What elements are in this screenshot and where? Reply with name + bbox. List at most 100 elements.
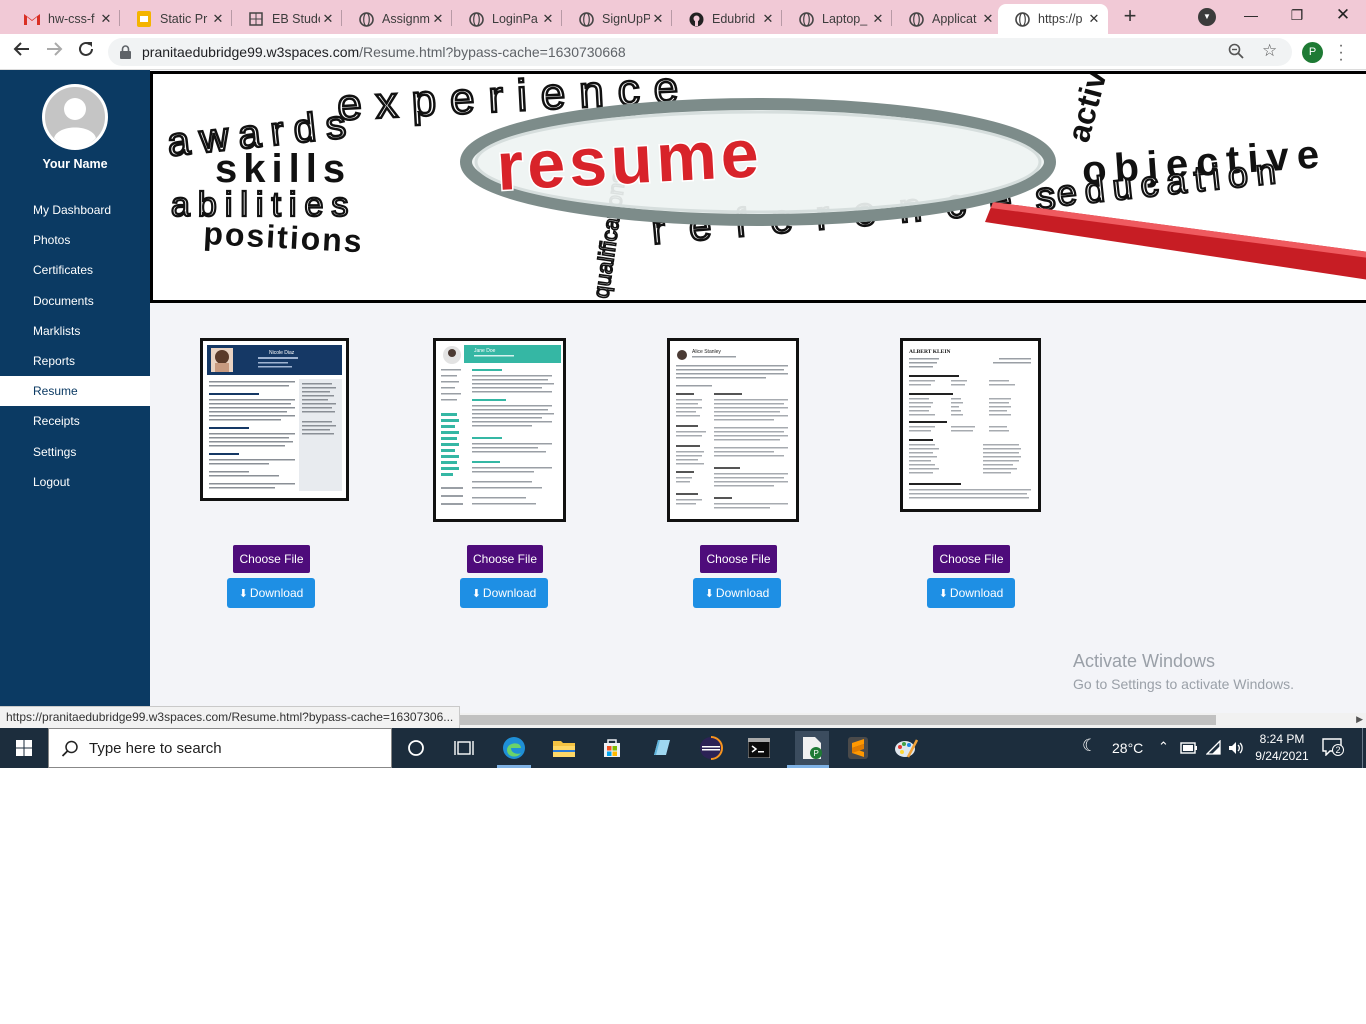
sidebar-item-resume[interactable]: Resume bbox=[0, 376, 150, 407]
sidebar-item-my-dashboard[interactable]: My Dashboard bbox=[0, 195, 150, 225]
scrollbar-thumb[interactable] bbox=[452, 715, 1216, 725]
browser-tab[interactable]: hw-css-f ✕ bbox=[8, 4, 120, 34]
new-tab-button[interactable]: + bbox=[1118, 5, 1142, 29]
close-icon[interactable]: ✕ bbox=[320, 11, 336, 27]
lock-icon bbox=[120, 45, 131, 59]
address-bar[interactable]: pranitaedubridge99.w3spaces.com/Resume.h… bbox=[108, 38, 1292, 66]
volume-icon[interactable] bbox=[1228, 740, 1244, 756]
close-window-button[interactable]: ✕ bbox=[1328, 4, 1358, 26]
sidebar-item-photos[interactable]: Photos bbox=[0, 225, 150, 255]
browser-toolbar: pranitaedubridge99.w3spaces.com/Resume.h… bbox=[0, 34, 1366, 70]
edge-icon[interactable] bbox=[499, 733, 529, 763]
resume-preview-nicole: Nicole Diaz bbox=[207, 345, 342, 491]
browser-menu-icon[interactable]: · · · bbox=[1338, 38, 1344, 68]
show-desktop-button[interactable] bbox=[1362, 728, 1366, 768]
sidebar-nav: My Dashboard Photos Certificates Documen… bbox=[0, 195, 150, 497]
weather-temperature[interactable]: 28°C bbox=[1112, 740, 1143, 756]
resume-thumbnail[interactable]: ALBERT KLEIN bbox=[900, 338, 1041, 512]
start-button[interactable] bbox=[0, 728, 48, 768]
tab-search-icon[interactable]: ▼ bbox=[1198, 8, 1216, 26]
browser-tab[interactable]: Laptop_ ✕ bbox=[782, 4, 892, 34]
download-button[interactable]: ⬇ Download bbox=[227, 578, 315, 608]
tab-title: Laptop_ bbox=[822, 12, 868, 26]
weather-moon-icon[interactable]: ☾ bbox=[1082, 736, 1097, 756]
grid-icon bbox=[248, 11, 264, 27]
task-view-icon[interactable] bbox=[449, 733, 479, 763]
browser-tab[interactable]: Static Pr ✕ bbox=[120, 4, 232, 34]
resume-thumbnail[interactable]: Nicole Diaz bbox=[200, 338, 349, 501]
choose-file-button[interactable]: Choose File bbox=[700, 545, 777, 573]
sidebar-item-receipts[interactable]: Receipts bbox=[0, 406, 150, 436]
choose-file-button[interactable]: Choose File bbox=[233, 545, 310, 573]
choose-file-button[interactable]: Choose File bbox=[467, 545, 543, 573]
download-button[interactable]: ⬇ Download bbox=[927, 578, 1015, 608]
command-prompt-icon[interactable] bbox=[744, 733, 774, 763]
tab-title: hw-css-f bbox=[48, 12, 95, 26]
sidebar-item-reports[interactable]: Reports bbox=[0, 346, 150, 376]
back-button[interactable] bbox=[10, 40, 34, 64]
browser-tab[interactable]: Assignm ✕ bbox=[342, 4, 452, 34]
url-text: pranitaedubridge99.w3spaces.com/Resume.h… bbox=[142, 44, 626, 60]
sidebar-item-certificates[interactable]: Certificates bbox=[0, 255, 150, 285]
show-hidden-icons-chevron-icon[interactable]: ⌃ bbox=[1158, 739, 1169, 755]
globe-icon bbox=[468, 11, 484, 27]
eclipse-icon[interactable] bbox=[696, 733, 726, 763]
notifications-button[interactable]: 2 bbox=[1322, 738, 1344, 758]
windows-taskbar: Type here to search P ☾ 28°C ⌃ 8:24 PM 9… bbox=[0, 728, 1366, 768]
resume-thumbnail[interactable]: Jane Doe bbox=[433, 338, 566, 522]
scroll-right-arrow-icon[interactable]: ▶ bbox=[1356, 714, 1363, 725]
close-icon[interactable]: ✕ bbox=[980, 11, 996, 27]
sidebar-item-settings[interactable]: Settings bbox=[0, 437, 150, 467]
resume-thumbnail[interactable]: Alice Stanley bbox=[667, 338, 799, 522]
close-icon[interactable]: ✕ bbox=[540, 11, 556, 27]
download-button[interactable]: ⬇ Download bbox=[460, 578, 548, 608]
minimize-button[interactable]: — bbox=[1236, 4, 1266, 26]
status-bar-url: https://pranitaedubridge99.w3spaces.com/… bbox=[0, 706, 461, 728]
download-button[interactable]: ⬇ Download bbox=[693, 578, 781, 608]
search-icon bbox=[61, 740, 78, 757]
battery-icon[interactable] bbox=[1180, 742, 1198, 754]
browser-tab[interactable]: SignUpP ✕ bbox=[562, 4, 672, 34]
notification-count-badge: 2 bbox=[1332, 744, 1344, 756]
tab-title: Static Pr bbox=[160, 12, 208, 26]
close-icon[interactable]: ✕ bbox=[650, 11, 666, 27]
globe-icon bbox=[1014, 11, 1030, 27]
taskbar-search-box[interactable]: Type here to search bbox=[48, 728, 392, 768]
sidebar-item-documents[interactable]: Documents bbox=[0, 286, 150, 316]
close-icon[interactable]: ✕ bbox=[870, 11, 886, 27]
sublime-text-icon[interactable] bbox=[843, 733, 873, 763]
restore-button[interactable]: ❐ bbox=[1282, 4, 1312, 26]
file-explorer-icon[interactable] bbox=[549, 733, 579, 763]
chrome-profile-icon[interactable]: P bbox=[795, 731, 829, 765]
taskbar-clock[interactable]: 8:24 PM 9/24/2021 bbox=[1250, 731, 1314, 765]
browser-tab[interactable]: LoginPa ✕ bbox=[452, 4, 562, 34]
choose-file-button[interactable]: Choose File bbox=[933, 545, 1010, 573]
cortana-icon[interactable] bbox=[401, 733, 431, 763]
close-icon[interactable]: ✕ bbox=[760, 11, 776, 27]
close-icon[interactable]: ✕ bbox=[430, 11, 446, 27]
blank-area bbox=[0, 768, 1366, 1024]
paint-icon[interactable] bbox=[891, 733, 921, 763]
store-icon[interactable] bbox=[597, 733, 627, 763]
resume-wordcloud-picture: experience awards skills abilities posit… bbox=[153, 74, 1366, 300]
wifi-icon[interactable] bbox=[1206, 740, 1222, 756]
browser-tab-active[interactable]: https://p ✕ bbox=[998, 4, 1108, 34]
activate-windows-subtitle: Go to Settings to activate Windows. bbox=[1073, 676, 1294, 692]
sidebar-item-logout[interactable]: Logout bbox=[0, 467, 150, 497]
close-icon[interactable]: ✕ bbox=[1086, 11, 1102, 27]
horizontal-scrollbar[interactable]: ▶ bbox=[452, 713, 1366, 728]
forward-button[interactable] bbox=[42, 40, 66, 64]
tab-title: Edubrid bbox=[712, 12, 756, 26]
bookmark-star-icon[interactable]: ☆ bbox=[1262, 41, 1277, 61]
sidebar-item-marklists[interactable]: Marklists bbox=[0, 316, 150, 346]
close-icon[interactable]: ✕ bbox=[210, 11, 226, 27]
tab-title: SignUpP bbox=[602, 12, 650, 26]
profile-avatar[interactable]: P bbox=[1302, 42, 1323, 63]
close-icon[interactable]: ✕ bbox=[98, 11, 114, 27]
reload-button[interactable] bbox=[74, 40, 98, 64]
browser-tab[interactable]: EB Stude ✕ bbox=[232, 4, 342, 34]
browser-tab[interactable]: Edubrid ✕ bbox=[672, 4, 782, 34]
browser-tab[interactable]: Applicat ✕ bbox=[892, 4, 1002, 34]
notepad-icon[interactable] bbox=[646, 733, 676, 763]
zoom-icon[interactable] bbox=[1228, 43, 1244, 59]
